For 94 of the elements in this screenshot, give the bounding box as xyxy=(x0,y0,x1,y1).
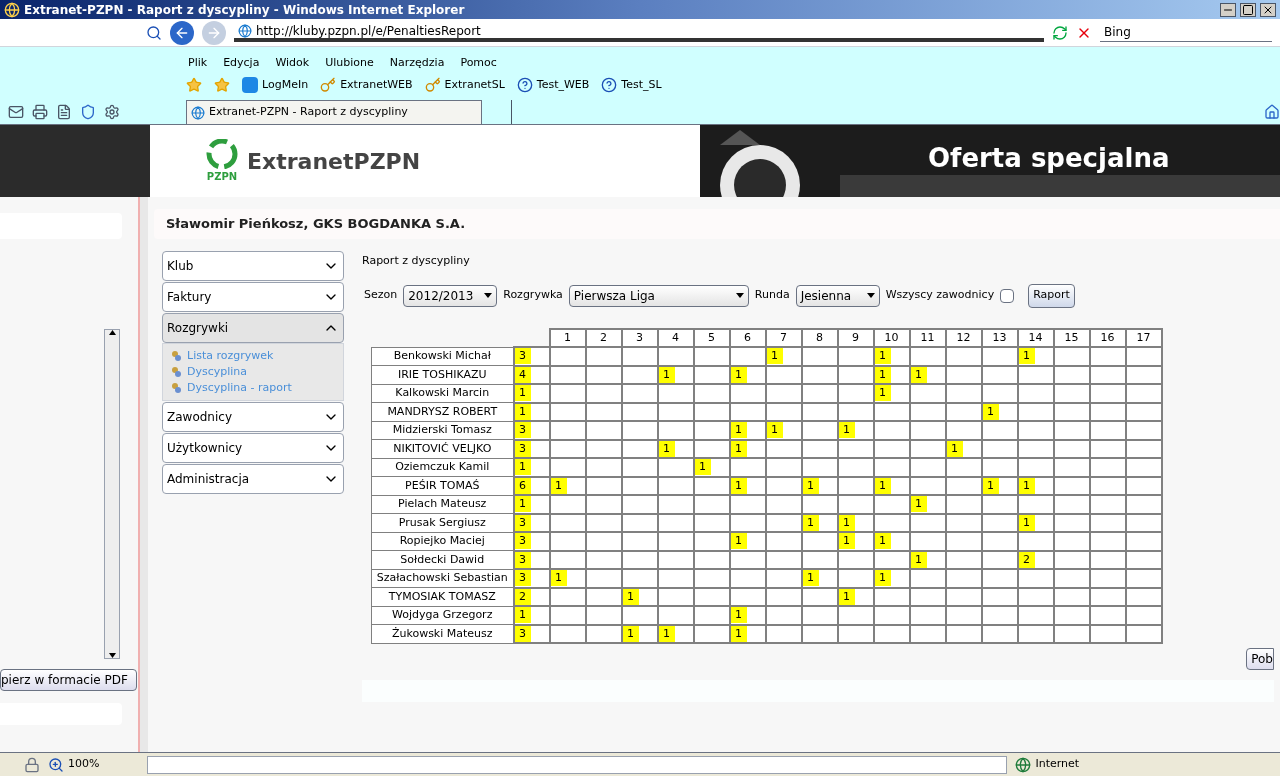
column-header: 14 xyxy=(1017,328,1054,347)
column-header: 16 xyxy=(1089,328,1126,347)
menu-item[interactable]: Plik xyxy=(188,54,208,71)
nav-section[interactable]: Faktury xyxy=(162,282,344,312)
minimize-button[interactable] xyxy=(1220,2,1236,17)
logo-caption: PZPN xyxy=(206,169,238,184)
mail-icon[interactable] xyxy=(8,103,24,120)
menu-item[interactable]: Ulubione xyxy=(325,54,374,71)
column-header: 8 xyxy=(801,328,838,347)
nav-section[interactable]: Administracja xyxy=(162,464,344,494)
total-count: 1 xyxy=(514,459,531,475)
home-icon[interactable] xyxy=(1264,104,1280,120)
field-label: Rozgrywka xyxy=(503,287,563,304)
dropdown-arrow-icon xyxy=(735,293,744,298)
total-count: 3 xyxy=(514,533,531,549)
column-header: 5 xyxy=(693,328,730,347)
competition-select[interactable]: Pierwsza Liga xyxy=(568,284,749,307)
column-header: 7 xyxy=(765,328,802,347)
total-count: 3 xyxy=(514,422,531,438)
restore-button[interactable] xyxy=(1240,2,1256,17)
key-icon xyxy=(424,77,441,93)
search-icon[interactable] xyxy=(146,24,162,41)
people-icon xyxy=(171,366,183,378)
close-button[interactable] xyxy=(1260,2,1276,17)
column-header: 2 xyxy=(585,328,622,347)
globe-icon xyxy=(1015,756,1032,773)
refresh-icon[interactable] xyxy=(1052,24,1068,41)
total-count: 3 xyxy=(514,348,531,364)
logmein-icon xyxy=(242,77,258,93)
column-header: 10 xyxy=(873,328,910,347)
zoom-control[interactable]: 100% xyxy=(48,756,100,773)
column-header: 15 xyxy=(1053,328,1090,347)
nav-section[interactable]: Klub xyxy=(162,251,344,281)
season-select[interactable]: 2012/2013 xyxy=(403,284,498,307)
people-icon xyxy=(171,350,183,362)
logo-icon xyxy=(205,138,239,169)
browser-tab[interactable]: Extranet-PZPN - Raport z dyscypliny xyxy=(186,100,482,124)
favorite-link[interactable]: ExtranetWEB xyxy=(320,76,413,94)
protected-mode-icon xyxy=(24,756,40,773)
field-label: Wszyscy zawodnicy xyxy=(885,287,995,304)
menu-item[interactable]: Pomoc xyxy=(460,54,497,71)
total-count: 1 xyxy=(514,496,531,512)
address-field[interactable]: http://kluby.pzpn.pl/e/PenaltiesReport xyxy=(234,23,1044,42)
ad-text: Oferta specjalna xyxy=(928,142,1170,175)
total-count: 3 xyxy=(514,570,531,586)
zone-indicator: Internet xyxy=(1015,756,1080,773)
safety-icon[interactable] xyxy=(80,103,96,120)
column-header: 9 xyxy=(837,328,874,347)
menu-item[interactable]: Edycja xyxy=(223,54,260,71)
user-header: Sławomir Pieńkosz, GKS BOGDANKA S.A. xyxy=(154,209,1280,239)
nav-section[interactable]: Rozgrywki xyxy=(162,313,344,343)
field-label: Sezon xyxy=(364,287,398,304)
column-header: 13 xyxy=(981,328,1018,347)
search-field[interactable]: Bing xyxy=(1100,23,1272,42)
scrollbar[interactable] xyxy=(104,329,120,659)
column-header: 3 xyxy=(621,328,658,347)
nav-section[interactable]: Użytkownicy xyxy=(162,433,344,463)
report-title: Raport z dyscypliny xyxy=(362,253,471,269)
window-title: Extranet-PZPN - Raport z dyscypliny - Windows Internet Explorer xyxy=(24,1,465,19)
column-header: 17 xyxy=(1125,328,1162,347)
people-icon xyxy=(171,382,183,394)
total-count: 1 xyxy=(514,385,531,401)
help-icon xyxy=(516,77,533,93)
player-name: Benkowski Michał xyxy=(371,347,514,366)
checkbox[interactable] xyxy=(1000,288,1015,303)
key-icon xyxy=(320,77,337,93)
round-select[interactable]: Jesienna xyxy=(795,284,880,307)
nav-section[interactable]: Zawodnicy xyxy=(162,402,344,432)
settings-icon[interactable] xyxy=(104,103,120,120)
dropdown-arrow-icon xyxy=(484,293,493,298)
logo-text: ExtranetPZPN xyxy=(247,147,421,176)
favorite-link[interactable]: ExtranetSL xyxy=(424,76,505,94)
print-icon[interactable] xyxy=(32,103,48,120)
menu-item[interactable]: Narzędzia xyxy=(389,54,445,71)
favorite-link[interactable]: Test_SL xyxy=(601,76,662,94)
total-count: 1 xyxy=(514,607,531,623)
column-header: 6 xyxy=(729,328,766,347)
column-header: 12 xyxy=(945,328,982,347)
column-header: 1 xyxy=(549,328,586,347)
dropdown-arrow-icon xyxy=(866,293,875,298)
column-header: 11 xyxy=(909,328,946,347)
help-icon xyxy=(601,77,618,93)
report-button[interactable]: Raport xyxy=(1028,283,1075,308)
field-label: Runda xyxy=(754,287,790,304)
favorite-link[interactable]: LogMeIn xyxy=(242,76,309,94)
zoom-icon xyxy=(48,756,64,773)
back-button[interactable] xyxy=(170,20,194,45)
download-button[interactable]: Pob xyxy=(1246,648,1274,670)
scroll-up-icon[interactable] xyxy=(108,330,116,335)
favorite-link[interactable]: Test_WEB xyxy=(516,76,590,94)
column-header: 4 xyxy=(657,328,694,347)
menu-item[interactable]: Widok xyxy=(275,54,310,71)
pdf-button[interactable]: pierz w formacie PDF xyxy=(0,669,137,691)
scroll-down-icon[interactable] xyxy=(108,653,116,658)
